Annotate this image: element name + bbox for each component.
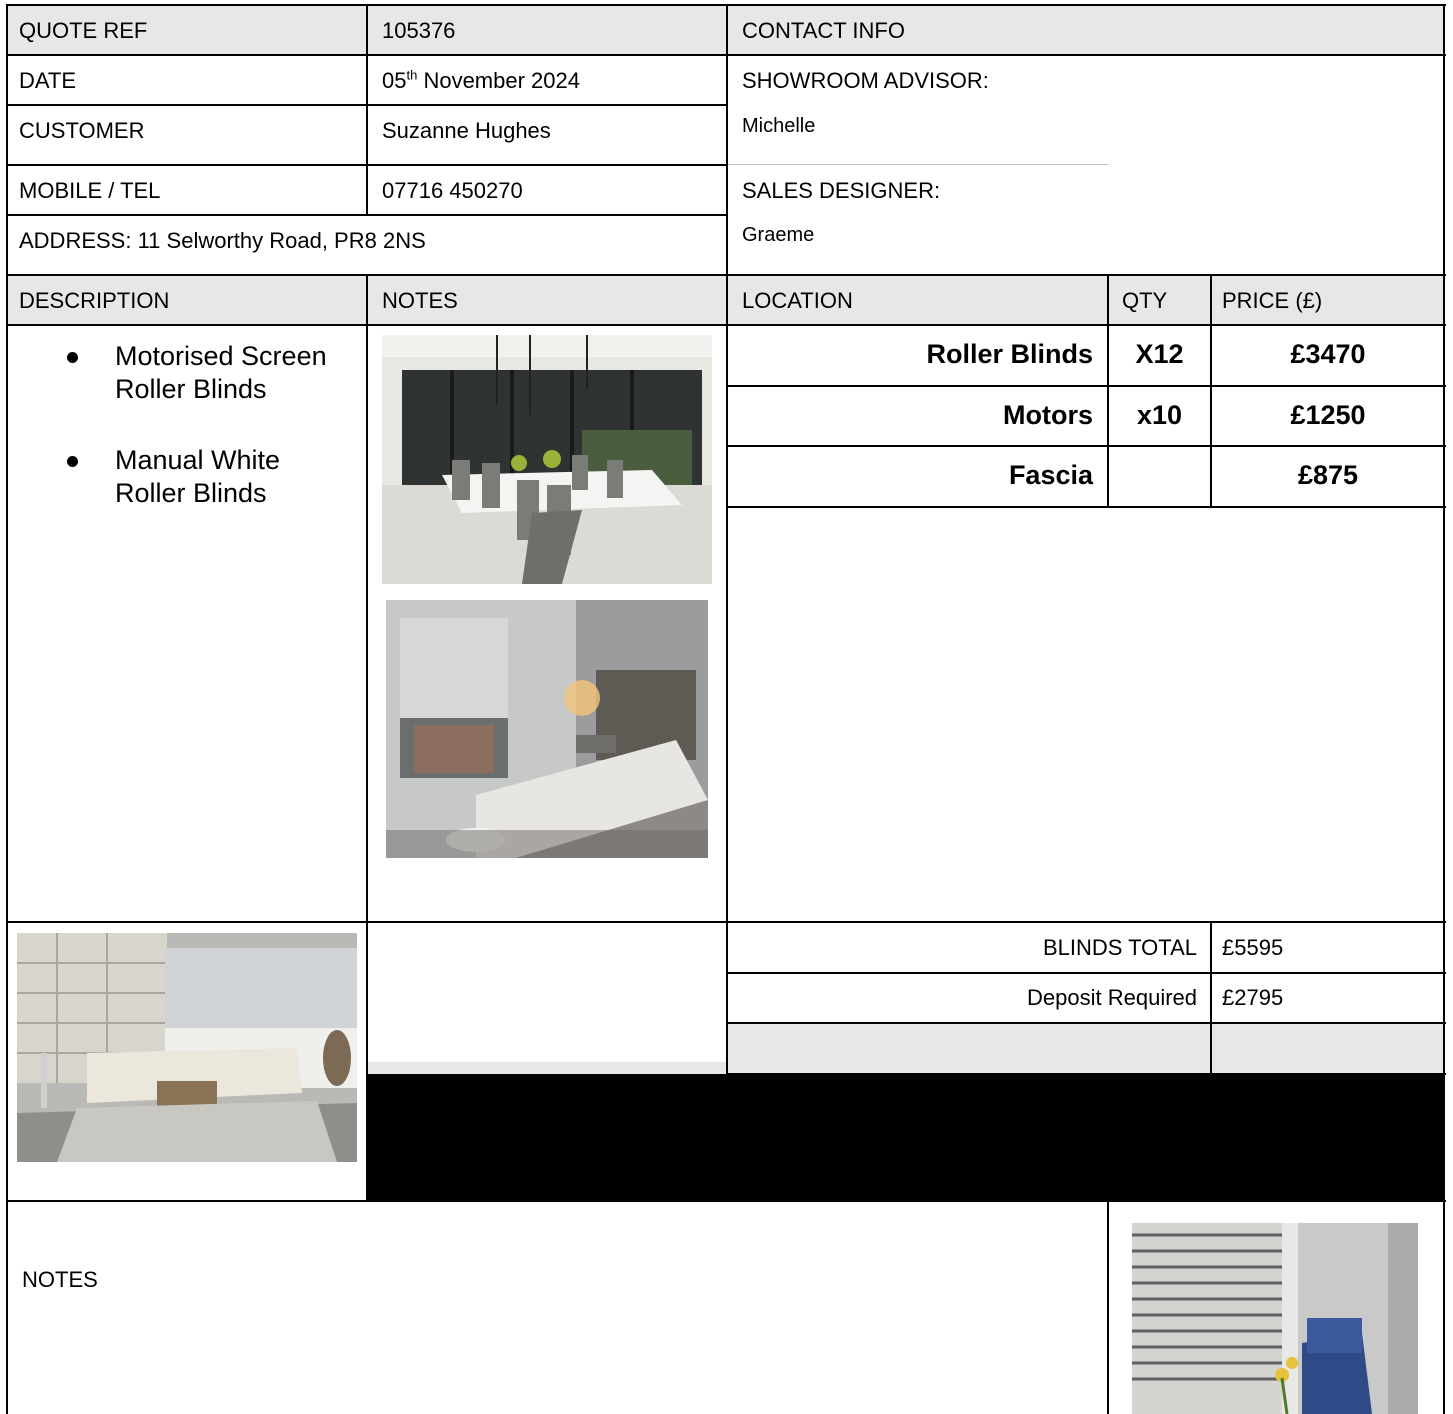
showroom-advisor-label: SHOWROOM ADVISOR: xyxy=(742,68,989,93)
line-item-location: Motors xyxy=(1003,400,1093,430)
bullet-icon xyxy=(67,456,78,467)
dining-room-screen-blinds-photo xyxy=(382,335,712,584)
column-notes: NOTES xyxy=(382,288,458,313)
sales-designer-value: Graeme xyxy=(742,224,815,246)
venetian-blinds-chair-photo xyxy=(1132,1223,1418,1414)
customer-label: CUSTOMER xyxy=(19,118,145,143)
black-banner xyxy=(367,1074,1444,1201)
line-item-qty: X12 xyxy=(1135,339,1184,369)
blinds-total-value: £5595 xyxy=(1222,935,1284,960)
description-item: Manual White xyxy=(115,445,281,475)
line-item-price: £3470 xyxy=(1290,339,1366,369)
bedroom-roller-blind-photo xyxy=(386,600,708,858)
footer-notes-label: NOTES xyxy=(22,1267,98,1292)
date-value: 05th November 2024 xyxy=(382,68,580,94)
bullet-icon xyxy=(67,352,78,363)
blinds-total-label: BLINDS TOTAL xyxy=(1042,935,1197,960)
lounge-roller-blinds-photo xyxy=(17,933,357,1162)
description-item: Motorised Screen xyxy=(115,341,327,371)
notes-strip-bg xyxy=(367,1062,727,1074)
quote-ref-label: QUOTE REF xyxy=(19,18,148,43)
date-suffix: th xyxy=(406,67,418,83)
line-item-location: Roller Blinds xyxy=(926,339,1093,369)
line-item-location: Fascia xyxy=(1008,460,1093,490)
mobile-label: MOBILE / TEL xyxy=(19,178,161,203)
column-location: LOCATION xyxy=(742,288,853,313)
description-item: Roller Blinds xyxy=(115,478,267,508)
line-item-price: £1250 xyxy=(1290,400,1366,430)
deposit-label: Deposit Required xyxy=(1027,985,1197,1010)
date-label: DATE xyxy=(19,68,77,93)
deposit-value: £2795 xyxy=(1222,985,1284,1010)
column-qty: QTY xyxy=(1122,288,1168,313)
mobile-value: 07716 450270 xyxy=(382,178,523,203)
date-day: 05 xyxy=(382,68,407,93)
totals-blank-row-bg xyxy=(727,1023,1444,1074)
contact-info-label: CONTACT INFO xyxy=(742,18,905,43)
date-rest: November 2024 xyxy=(417,68,580,93)
line-item-qty: x10 xyxy=(1136,400,1183,430)
address-line: ADDRESS: 11 Selworthy Road, PR8 2NS xyxy=(19,228,426,253)
line-item-price: £875 xyxy=(1297,460,1359,490)
customer-value: Suzanne Hughes xyxy=(382,118,551,143)
column-price: PRICE (£) xyxy=(1222,288,1323,313)
sales-designer-label: SALES DESIGNER: xyxy=(742,178,941,203)
showroom-advisor-value: Michelle xyxy=(742,115,816,137)
quote-ref-value: 105376 xyxy=(382,18,456,43)
column-description: DESCRIPTION xyxy=(19,288,170,313)
description-item: Roller Blinds xyxy=(115,374,267,404)
